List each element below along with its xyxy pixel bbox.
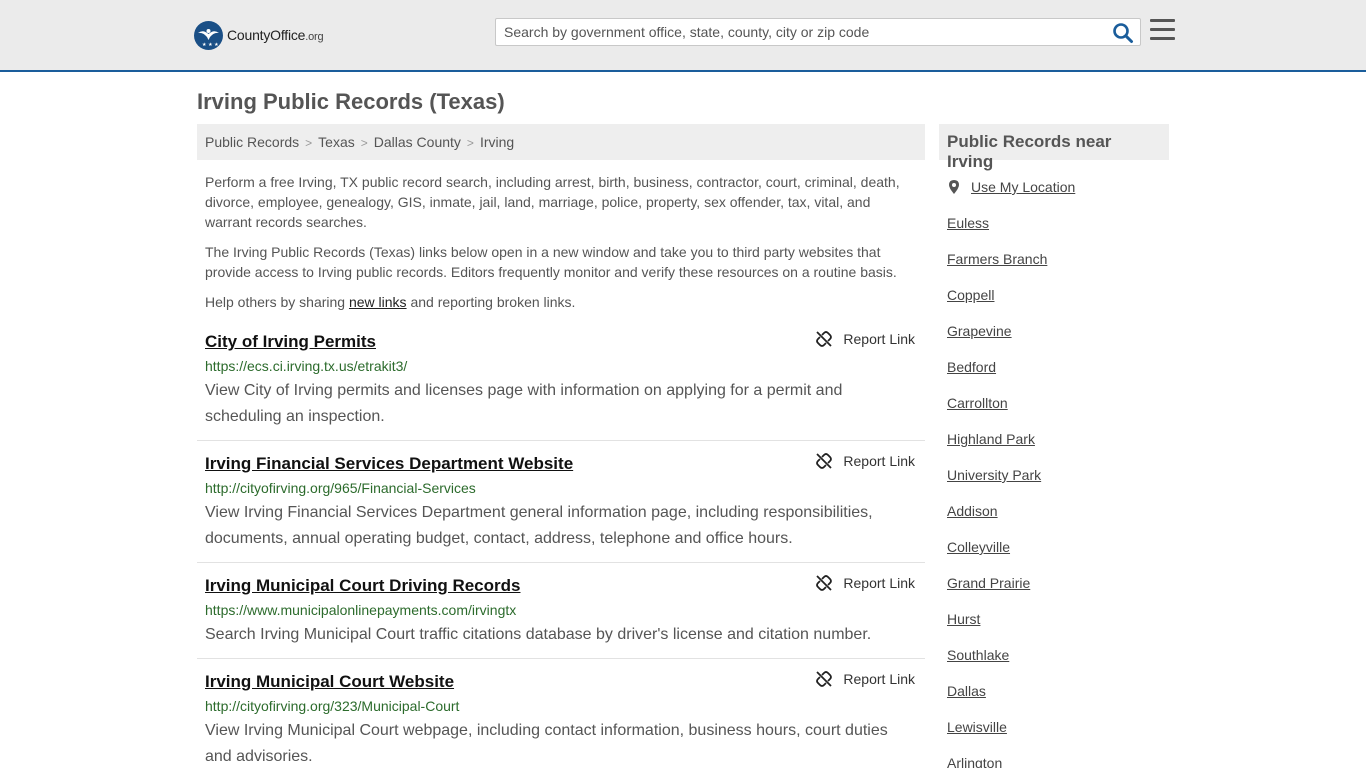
new-links-link[interactable]: new links bbox=[349, 294, 407, 310]
record-link-description: View Irving Municipal Court webpage, inc… bbox=[205, 722, 888, 765]
breadcrumb-separator: > bbox=[305, 136, 313, 150]
broken-link-icon bbox=[816, 575, 833, 591]
nearby-city-link[interactable]: Colleyville bbox=[947, 539, 1010, 555]
nearby-city-link[interactable]: Coppell bbox=[947, 287, 994, 303]
broken-link-icon bbox=[816, 453, 833, 469]
nearby-city-link[interactable]: Dallas bbox=[947, 683, 986, 699]
logo-text: CountyOffice.org bbox=[227, 27, 324, 43]
nearby-city-link[interactable]: Southlake bbox=[947, 647, 1009, 663]
intro-text: Perform a free Irving, TX public record … bbox=[205, 172, 917, 322]
breadcrumb-irving[interactable]: Irving bbox=[480, 134, 514, 150]
record-link-title[interactable]: Irving Municipal Court Website bbox=[205, 670, 454, 694]
broken-link-icon bbox=[816, 671, 833, 687]
nearby-city-link[interactable]: Hurst bbox=[947, 611, 980, 627]
svg-text:★ ★ ★: ★ ★ ★ bbox=[202, 42, 219, 48]
list-item: Irving Municipal Court Website Report Li… bbox=[197, 659, 925, 768]
use-location-row: Use My Location bbox=[947, 177, 1167, 197]
record-link-title[interactable]: Irving Municipal Court Driving Records bbox=[205, 574, 520, 598]
record-link-title[interactable]: Irving Financial Services Department Web… bbox=[205, 452, 573, 476]
breadcrumb-texas[interactable]: Texas bbox=[318, 134, 355, 150]
record-link-url[interactable]: https://ecs.ci.irving.tx.us/etrakit3/ bbox=[205, 356, 917, 376]
search-input[interactable] bbox=[496, 19, 1106, 45]
intro-paragraph: Perform a free Irving, TX public record … bbox=[205, 174, 900, 230]
sidebar-title: Public Records near Irving bbox=[939, 124, 1169, 171]
hamburger-menu-icon[interactable] bbox=[1150, 19, 1175, 41]
breadcrumb-separator: > bbox=[360, 136, 368, 150]
nearby-city-link[interactable]: Highland Park bbox=[947, 431, 1035, 447]
record-link-description: Search Irving Municipal Court traffic ci… bbox=[205, 626, 872, 643]
search-icon[interactable] bbox=[1112, 22, 1134, 44]
intro-paragraph: The Irving Public Records (Texas) links … bbox=[205, 244, 897, 280]
page-title: Irving Public Records (Texas) bbox=[197, 89, 505, 114]
list-item: City of Irving Permits Report Link https… bbox=[197, 328, 925, 441]
site-logo[interactable]: ★ ★ ★ CountyOffice.org bbox=[194, 20, 324, 50]
nearby-city-link[interactable]: University Park bbox=[947, 467, 1041, 483]
use-my-location-link[interactable]: Use My Location bbox=[971, 177, 1075, 197]
list-item: Irving Municipal Court Driving Records R… bbox=[197, 563, 925, 659]
search-bar bbox=[495, 18, 1141, 46]
nearby-city-link[interactable]: Farmers Branch bbox=[947, 251, 1047, 267]
report-link-button[interactable]: Report Link bbox=[816, 331, 915, 347]
report-link-button[interactable]: Report Link bbox=[816, 575, 915, 591]
share-paragraph: Help others by sharing new links and rep… bbox=[205, 294, 576, 310]
record-link-description: View Irving Financial Services Departmen… bbox=[205, 504, 873, 547]
map-pin-icon bbox=[949, 180, 959, 194]
breadcrumb-dallas-county[interactable]: Dallas County bbox=[374, 134, 461, 150]
record-link-description: View City of Irving permits and licenses… bbox=[205, 382, 843, 425]
nearby-city-link[interactable]: Carrollton bbox=[947, 395, 1008, 411]
list-item: Irving Financial Services Department Web… bbox=[197, 441, 925, 563]
nearby-city-link[interactable]: Addison bbox=[947, 503, 998, 519]
nearby-cities-list: Use My Location Euless Farmers Branch Co… bbox=[947, 177, 1167, 768]
nearby-city-link[interactable]: Euless bbox=[947, 215, 989, 231]
breadcrumb-separator: > bbox=[466, 136, 474, 150]
report-link-button[interactable]: Report Link bbox=[816, 671, 915, 687]
broken-link-icon bbox=[816, 331, 833, 347]
record-link-title[interactable]: City of Irving Permits bbox=[205, 330, 376, 354]
record-link-url[interactable]: http://cityofirving.org/323/Municipal-Co… bbox=[205, 696, 917, 716]
report-link-button[interactable]: Report Link bbox=[816, 453, 915, 469]
record-link-url[interactable]: http://cityofirving.org/965/Financial-Se… bbox=[205, 478, 917, 498]
nearby-city-link[interactable]: Arlington bbox=[947, 755, 1002, 768]
nearby-city-link[interactable]: Grapevine bbox=[947, 323, 1012, 339]
nearby-city-link[interactable]: Grand Prairie bbox=[947, 575, 1030, 591]
breadcrumb: Public Records > Texas > Dallas County > Irvin… bbox=[197, 124, 925, 160]
nearby-city-link[interactable]: Bedford bbox=[947, 359, 996, 375]
records-link-list: City of Irving Permits Report Link https… bbox=[197, 328, 925, 768]
nearby-city-link[interactable]: Lewisville bbox=[947, 719, 1007, 735]
record-link-url[interactable]: https://www.municipalonlinepayments.com/… bbox=[205, 600, 917, 620]
site-header: ★ ★ ★ CountyOffice.org bbox=[0, 0, 1366, 72]
logo-eagle-icon: ★ ★ ★ bbox=[194, 20, 223, 50]
breadcrumb-public-records[interactable]: Public Records bbox=[205, 134, 299, 150]
